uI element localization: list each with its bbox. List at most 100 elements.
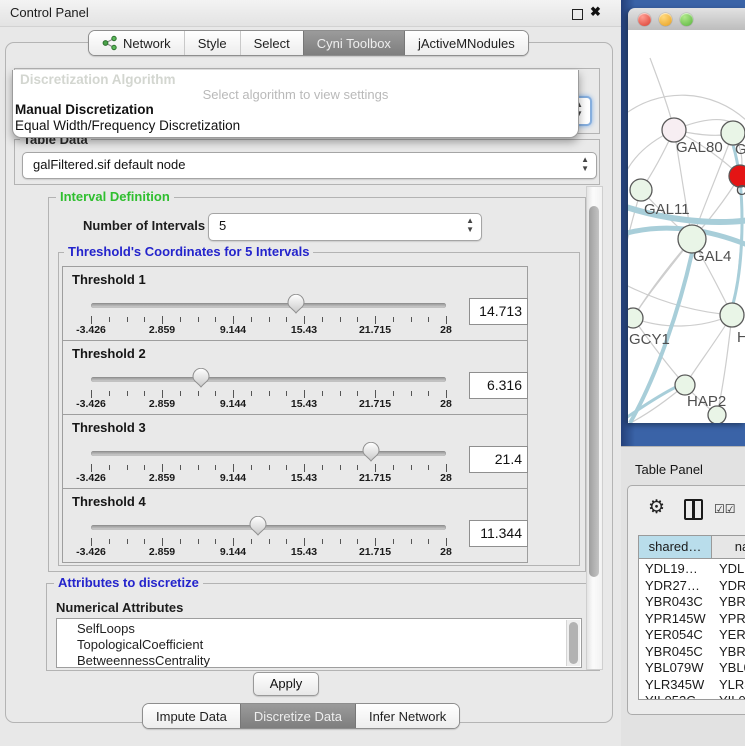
tick-mark [109, 317, 110, 322]
table-row[interactable]: YER054CYER0 [639, 627, 745, 644]
network-edge[interactable] [628, 95, 745, 122]
tab-select[interactable]: Select [240, 31, 303, 55]
threshold-panel: Threshold 2 -3.4262.8599.14415.4321.71528… [62, 340, 528, 415]
scrollbar-thumb[interactable] [569, 622, 578, 664]
dropdown-option-equal-width-frequency-discretization[interactable]: Equal Width/Frequency Discretization [15, 118, 575, 133]
list-item[interactable]: TopologicalCoefficient [77, 637, 203, 653]
network-window-titlebar[interactable] [628, 8, 745, 31]
table-cell: YBR045C [645, 644, 711, 659]
threshold-value-field[interactable]: 6.316 [469, 372, 528, 399]
tick-mark [215, 317, 216, 322]
slider-track[interactable] [91, 451, 446, 456]
threshold-panel: Threshold 1-3.4262.8599.14415.4321.71528… [62, 266, 528, 341]
tick-mark [144, 391, 145, 396]
network-node[interactable] [628, 308, 643, 328]
network-edge[interactable] [633, 315, 732, 326]
node-table[interactable]: shared…na YDL19…YDL1YDR27…YDR2YBR043CYBR0… [638, 535, 745, 700]
number-of-intervals-combo[interactable]: 5 ▲▼ [208, 213, 482, 241]
tick-mark [251, 317, 252, 322]
table-row[interactable]: YIL052CYIL0 [639, 693, 745, 700]
tick-mark [269, 317, 270, 322]
tick-mark [215, 391, 216, 396]
table-cell: YER054C [645, 627, 711, 642]
table-row[interactable]: YPR145WYPR1 [639, 611, 745, 628]
slider-thumb[interactable] [287, 294, 305, 314]
table-data-combo[interactable]: galFiltered.sif default node ▲▼ [22, 152, 597, 179]
tick-mark [428, 465, 429, 470]
slider-tick-labels: -3.4262.8599.14415.4321.71528 [63, 546, 527, 558]
tick-label: 21.715 [353, 546, 397, 558]
tab-impute-data[interactable]: Impute Data [143, 704, 240, 728]
panel-vertical-scrollbar[interactable] [586, 186, 603, 670]
network-node[interactable] [675, 375, 695, 395]
close-icon[interactable]: ✖ [590, 4, 601, 20]
table-row[interactable]: YBR043CYBR0 [639, 594, 745, 611]
threshold-value-field[interactable]: 14.713 [469, 298, 528, 325]
network-node[interactable] [720, 303, 744, 327]
scrollbar-thumb[interactable] [589, 206, 599, 577]
network-icon [102, 35, 117, 51]
table-row[interactable]: YBR045CYBR0 [639, 644, 745, 661]
dropdown-option-manual-discretization[interactable]: Manual Discretization [15, 102, 575, 117]
slider-track[interactable] [91, 525, 446, 530]
slider-tick-labels: -3.4262.8599.14415.4321.71528 [63, 398, 527, 410]
tick-label: 21.715 [353, 398, 397, 410]
mac-minimize-button[interactable] [659, 13, 672, 26]
tick-mark [446, 464, 447, 472]
list-item[interactable]: BetweennessCentrality [77, 653, 210, 668]
slider-thumb[interactable] [192, 368, 210, 388]
tick-mark [215, 465, 216, 470]
tick-label: 9.144 [211, 546, 255, 558]
tab-cyni-toolbox[interactable]: Cyni Toolbox [303, 31, 404, 55]
column-header-shared-[interactable]: shared… [639, 536, 712, 559]
tick-mark [127, 391, 128, 396]
tab-style[interactable]: Style [184, 31, 240, 55]
float-window-icon[interactable] [572, 9, 583, 20]
table-row[interactable]: YBL079WYBL0 [639, 660, 745, 677]
slider-thumb[interactable] [249, 516, 267, 536]
slider-thumb[interactable] [362, 442, 380, 462]
apply-button[interactable]: Apply [253, 672, 319, 696]
control-panel: Control Panel ✖ NetworkStyleSelectCyni T… [0, 0, 621, 745]
table-cell: YBL079W [645, 660, 711, 675]
network-edge[interactable] [633, 318, 685, 385]
checkboxes-icon[interactable]: ☑☑ [714, 502, 736, 516]
tab-network[interactable]: Network [89, 31, 184, 55]
slider-track[interactable] [91, 303, 446, 308]
tab-jactivemnodules[interactable]: jActiveMNodules [404, 31, 528, 55]
tick-mark [286, 391, 287, 396]
threshold-label: Threshold 2 [72, 346, 146, 361]
network-view-window[interactable]: GAL80GACGAL11GAL4GCY1HHAP2 [628, 8, 745, 423]
attributes-scrollbar[interactable] [566, 620, 580, 666]
gear-icon[interactable]: ⚙ [648, 496, 665, 519]
network-node[interactable] [630, 179, 652, 201]
tick-mark [322, 317, 323, 322]
table-row[interactable]: YDR27…YDR2 [639, 578, 745, 595]
mac-close-button[interactable] [638, 13, 651, 26]
tick-mark [127, 465, 128, 470]
tab-discretize-data[interactable]: Discretize Data [240, 704, 355, 728]
tick-mark [269, 465, 270, 470]
threshold-value-field[interactable]: 21.4 [469, 446, 528, 473]
table-data-value: galFiltered.sif default node [33, 157, 185, 172]
slider-track[interactable] [91, 377, 446, 382]
numerical-attributes-list[interactable]: SelfLoopsTopologicalCoefficientBetweenne… [56, 618, 582, 668]
tab-infer-network[interactable]: Infer Network [355, 704, 459, 728]
tick-mark [162, 464, 163, 472]
tick-mark [286, 539, 287, 544]
mac-zoom-button[interactable] [680, 13, 693, 26]
column-header-na[interactable]: na [712, 536, 745, 559]
tick-mark [304, 538, 305, 546]
table-row[interactable]: YDL19…YDL1 [639, 561, 745, 578]
tick-mark [322, 391, 323, 396]
list-item[interactable]: SelfLoops [77, 621, 135, 637]
tick-mark [393, 539, 394, 544]
tick-mark [162, 316, 163, 324]
threshold-value-field[interactable]: 11.344 [469, 520, 528, 547]
network-canvas[interactable]: GAL80GACGAL11GAL4GCY1HHAP2 [628, 30, 745, 423]
table-row[interactable]: YLR345WYLR3 [639, 677, 745, 694]
algorithm-dropdown: Discretization Algorithm Select algorith… [12, 70, 579, 138]
tick-label: 28 [424, 324, 468, 336]
columns-icon[interactable] [684, 499, 703, 520]
tick-label: 2.859 [140, 472, 184, 484]
